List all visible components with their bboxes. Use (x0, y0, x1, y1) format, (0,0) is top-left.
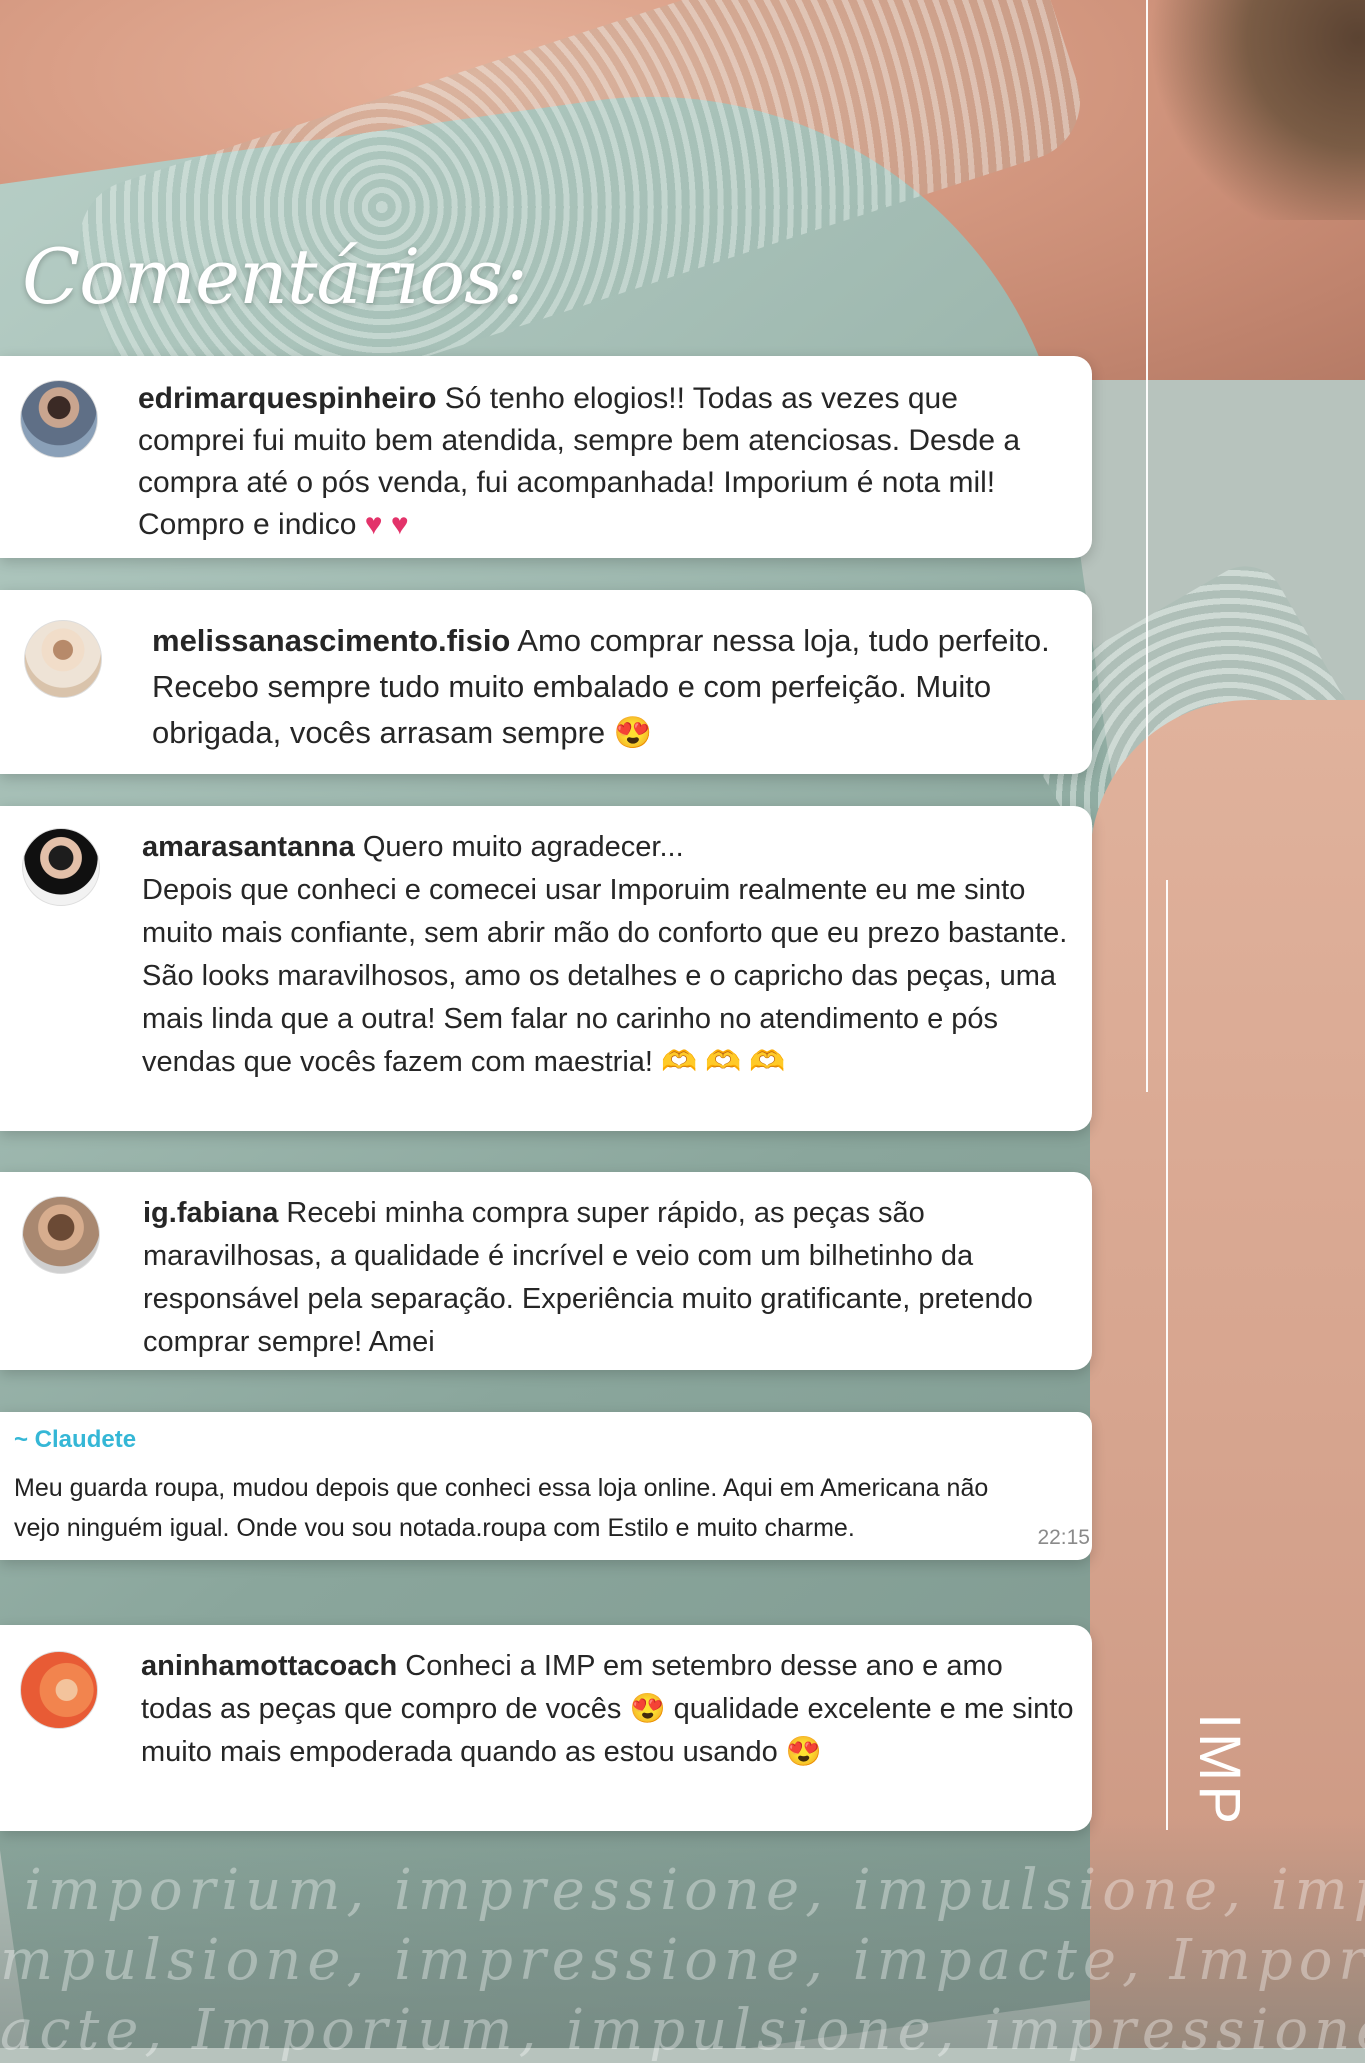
comment-username[interactable]: aninhamottacoach (141, 1650, 397, 1682)
whatsapp-sender-name: ~ Claudete (14, 1426, 137, 1453)
avatar[interactable] (24, 620, 102, 698)
comment-card: ig.fabiana Recebi minha compra super ráp… (0, 1172, 1092, 1370)
tagline-line-3: acte, Imporium, impulsione, impressione,… (0, 1998, 1365, 2063)
avatar[interactable] (20, 1651, 98, 1729)
comment-username[interactable]: amarasantanna (142, 831, 355, 863)
tagline-line-1: imporium, impressione, impulsione, impac (24, 1858, 1365, 1923)
avatar[interactable] (22, 1196, 100, 1274)
heart-eyes-emoji-icon: 😍 (785, 1736, 822, 1768)
heart-eyes-emoji-icon: 😍 (629, 1693, 666, 1725)
comment-username[interactable]: melissanascimento.fisio (152, 623, 510, 658)
comment-card: edrimarquespinheiro Só tenho elogios!! T… (0, 356, 1092, 558)
brand-logo: IMP (1188, 1700, 1253, 1840)
comment-card: amarasantanna Quero muito agradecer... D… (0, 806, 1092, 1131)
comment-card: melissanascimento.fisio Amo comprar ness… (0, 590, 1092, 774)
whatsapp-message-text: Meu guarda roupa, mudou depois que conhe… (14, 1474, 989, 1542)
divider-line-upper (1146, 0, 1148, 1092)
comment-username[interactable]: edrimarquespinheiro (138, 382, 436, 415)
avatar[interactable] (20, 380, 98, 458)
avatar[interactable] (22, 828, 100, 906)
comment-text: Depois que conheci e comecei usar Imporu… (142, 874, 1068, 1078)
comment-text-first-line: Quero muito agradecer... (362, 831, 684, 863)
heart-eyes-emoji-icon: 😍 (613, 715, 653, 750)
comment-card: aninhamottacoach Conheci a IMP em setemb… (0, 1625, 1092, 1831)
whatsapp-timestamp: 22:15 (1037, 1526, 1090, 1549)
tagline-line-2: mpulsione, impressione, impacte, Imporiu… (0, 1928, 1365, 1993)
whatsapp-message-card: ~ Claudete Meu guarda roupa, mudou depoi… (0, 1412, 1092, 1560)
comment-username[interactable]: ig.fabiana (143, 1197, 278, 1229)
heart-emoji-icon: ♥ ♥ (364, 508, 409, 541)
page-title: Comentários: (22, 232, 528, 321)
brand-logo-text: IMP (1187, 1712, 1253, 1828)
heart-hands-emoji-icon: 🫶 🫶 🫶 (661, 1046, 786, 1078)
divider-line-lower (1166, 880, 1168, 1830)
